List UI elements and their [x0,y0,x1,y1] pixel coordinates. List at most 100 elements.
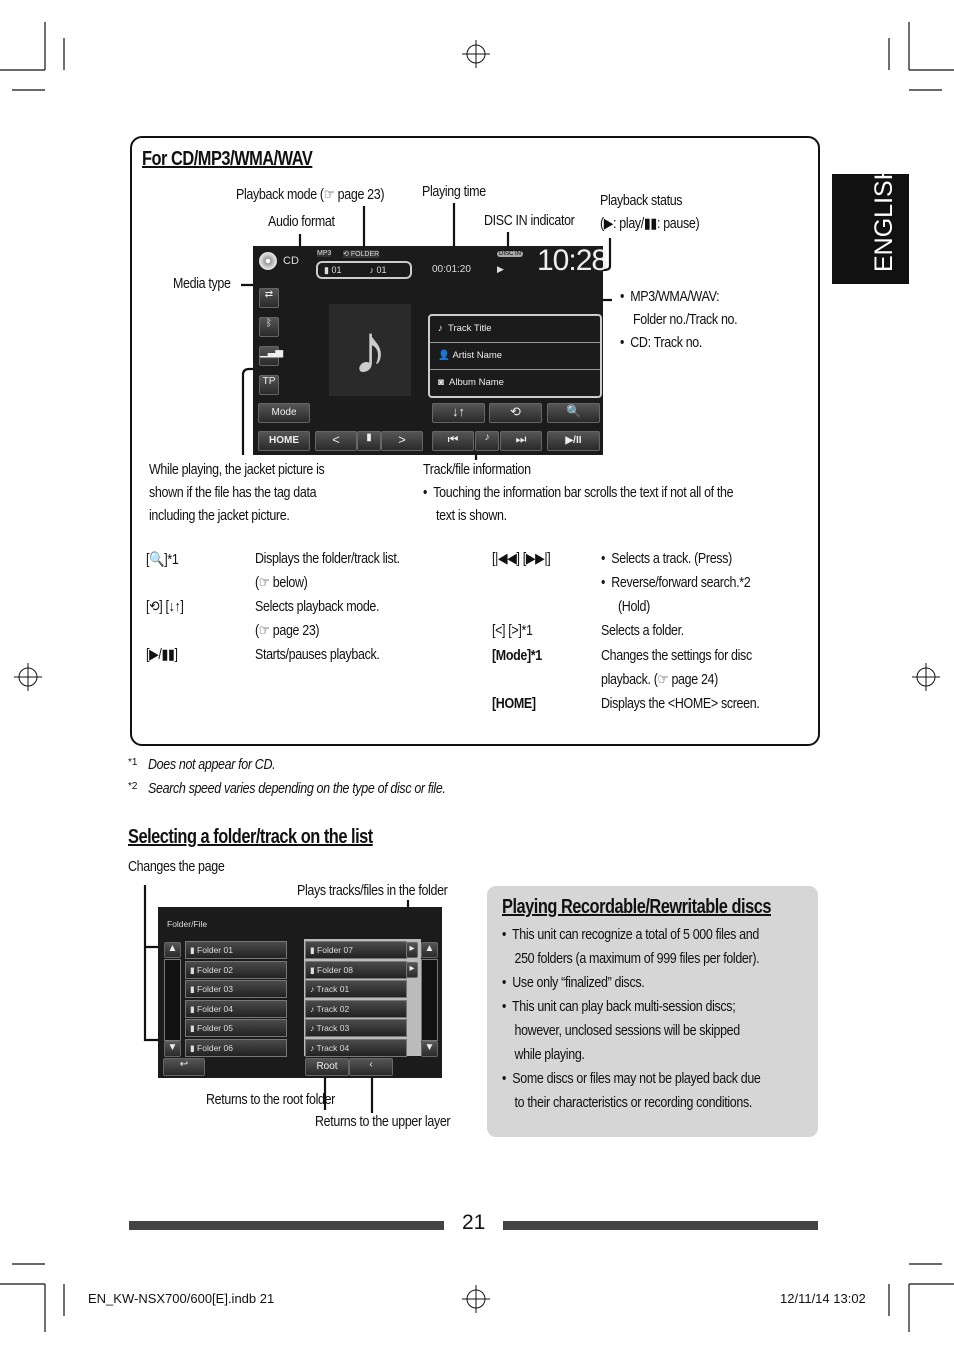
callout-jacket-2: shown if the file has the tag data [149,485,317,501]
repeat-button[interactable]: ⟲ [489,403,542,423]
page-down-button[interactable]: ▼ [164,1041,181,1057]
playback-screen: CD MP3 ⟲ FOLDER ▮ 01 ♪ 01 00:01:20 DISC I… [253,244,608,455]
callout-trackinfo: Track/file information [423,462,531,478]
list-item-label: Folder 02 [197,964,233,975]
folder-icon: ▮ [310,945,318,955]
list-item[interactable]: ▮ Folder 06 [185,1039,287,1057]
legend-key-folder: [<] [>]*1 [492,623,533,639]
callout-playing-time: Playing time [422,184,486,200]
folder-icon: ▮ [190,1043,198,1053]
list-item[interactable]: ▮ Folder 07 [305,941,407,959]
bluetooth-button[interactable]: ᛒ [259,317,279,337]
language-tab: ENGLISH [832,162,909,284]
info-line: • This unit can play back multi-session … [502,999,736,1015]
list-header: Folder/File [167,919,208,929]
home-button[interactable]: HOME [258,431,310,451]
music-note-icon: ♪ [475,431,499,451]
shuffle-button[interactable]: ↓↑ [432,403,485,423]
callout-changes-page: Changes the page [128,859,225,875]
legend-desc: • Selects a track. (Press) [601,551,732,567]
page-number: 21 [462,1211,486,1234]
info-line: • Some discs or files may not be played … [502,1071,761,1087]
list-item[interactable]: ♪ Track 02 [305,999,407,1018]
list-item[interactable]: ▮ Folder 02 [185,960,287,979]
callout-jacket: While playing, the jacket picture is [149,462,325,478]
upper-layer-button[interactable]: ‹ [349,1058,393,1076]
callout-audio-format: Audio format [268,214,335,230]
callout-disc-in: DISC IN indicator [484,213,575,229]
folder-list-screen: Folder/File ▲ ▼ ▲ ▼ ▸ ▸ ↩ Root ‹ ▮ Folde… [158,907,442,1078]
disc-in-indicator: DISC IN [497,251,524,257]
mode-button[interactable]: Mode [258,403,310,423]
prev-folder-button[interactable]: < [315,431,357,451]
legend-desc: • Reverse/forward search.*2 [601,575,751,591]
legend-desc: Starts/pauses playback. [255,647,380,663]
info-line: while playing. [502,1047,585,1063]
list-item[interactable]: ♪ Track 04 [305,1039,407,1057]
disc-icon [259,252,277,270]
back-button[interactable]: ↩ [163,1058,205,1076]
track-info-bar[interactable]: ♪ Track Title 👤 Artist Name ◙ Album Name [428,314,602,398]
track-title-row[interactable]: ♪ Track Title [430,316,600,343]
source-switch-button[interactable]: ⇄ [259,288,279,308]
callout-plays-tracks: Plays tracks/files in the folder [297,883,448,899]
callout-trackinfo-1: • Touching the information bar scrolls t… [423,485,734,501]
legend-key-search: [🔍]*1 [146,552,179,568]
language-label: ENGLISH [870,162,898,272]
legend-desc: playback. (☞ page 24) [601,672,718,688]
folder-icon: ▮ [190,945,198,955]
album-row[interactable]: ◙ Album Name [430,370,600,396]
scrollbar-right[interactable] [421,959,438,1041]
equalizer-button[interactable]: ▁▃▅ [259,346,283,366]
callout-jacket-3: including the jacket picture. [149,508,290,524]
list-item[interactable]: ♪ Track 01 [305,980,407,999]
print-file: EN_KW-NSX700/600[E].indb 21 [88,1291,275,1306]
list-item-label: Folder 04 [197,1003,233,1014]
next-track-button[interactable]: ⏭ [500,431,542,451]
page-up-right-button[interactable]: ▲ [421,942,438,958]
list-item[interactable]: ▮ Folder 08 [305,960,407,979]
play-pause-button[interactable]: ▶/II [547,431,600,451]
list-item[interactable]: ♪ Track 03 [305,1019,407,1038]
list-item[interactable]: ▮ Folder 05 [185,1019,287,1038]
media-type: CD [283,255,299,267]
list-item-label: Track 02 [316,1003,350,1014]
search-list-button[interactable]: 🔍 [547,403,600,423]
info-line: • This unit can recognize a total of 5 0… [502,927,759,943]
legend-desc: (☞ page 23) [255,623,320,639]
info-line: 250 folders (a maximum of 999 files per … [502,951,760,967]
list-item-label: Folder 07 [317,945,353,955]
list-item-label: Folder 03 [197,984,233,995]
scrollbar-left[interactable] [164,959,181,1041]
page-down-right-button[interactable]: ▼ [421,1041,438,1057]
callout-trackinfo-2: text is shown. [436,508,507,524]
legend-desc: Selects a folder. [601,623,684,639]
legend-key-mode: [⟲] [↓↑] [146,599,184,615]
folder-icon: ▮ [310,964,318,975]
list-item-label: Track 03 [316,1023,350,1034]
page-up-button[interactable]: ▲ [164,942,181,958]
list-item-label: Folder 08 [317,964,353,975]
list-item-label: Track 01 [316,984,350,995]
list-item[interactable]: ▮ Folder 03 [185,980,287,999]
callout-cd-track: • CD: Track no. [620,335,703,351]
section-title: For CD/MP3/WMA/WAV [142,148,313,170]
prev-track-button[interactable]: ⏮ [432,431,474,451]
play-folder-button[interactable]: ▸ [406,942,418,958]
legend-desc: Selects playback mode. [255,599,380,615]
folder-icon: ▮ [190,964,198,975]
play-folder-button[interactable]: ▸ [406,962,418,978]
artist-row[interactable]: 👤 Artist Name [430,343,600,370]
footnote-mark: *1 [128,757,138,768]
list-item[interactable]: ▮ Folder 01 [185,941,287,959]
list-item[interactable]: ▮ Folder 04 [185,999,287,1018]
root-button[interactable]: Root [305,1058,349,1076]
callout-upper: Returns to the upper layer [315,1114,451,1130]
legend-key-track: [|◀◀] [▶▶|] [492,551,551,567]
callout-folder-track: • MP3/WMA/WAV: [620,289,720,305]
info-line: to their characteristics or recording co… [502,1095,752,1111]
next-folder-button[interactable]: > [381,431,423,451]
tp-button[interactable]: TP [259,375,279,395]
legend-desc: (Hold) [618,599,650,615]
info-line: however, unclosed sessions will be skipp… [502,1023,740,1039]
